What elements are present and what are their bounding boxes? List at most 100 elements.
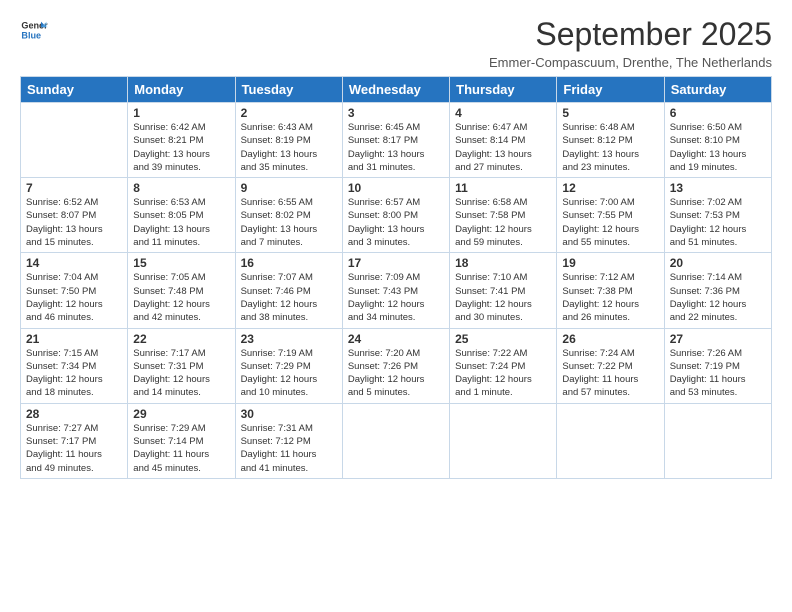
day-info: Sunrise: 6:58 AM Sunset: 7:58 PM Dayligh… bbox=[455, 196, 551, 249]
day-cell: 20Sunrise: 7:14 AM Sunset: 7:36 PM Dayli… bbox=[664, 253, 771, 328]
day-number: 12 bbox=[562, 181, 658, 195]
day-info: Sunrise: 6:50 AM Sunset: 8:10 PM Dayligh… bbox=[670, 121, 766, 174]
month-title: September 2025 bbox=[489, 16, 772, 53]
day-cell: 21Sunrise: 7:15 AM Sunset: 7:34 PM Dayli… bbox=[21, 328, 128, 403]
day-cell: 9Sunrise: 6:55 AM Sunset: 8:02 PM Daylig… bbox=[235, 178, 342, 253]
day-number: 25 bbox=[455, 332, 551, 346]
day-number: 5 bbox=[562, 106, 658, 120]
day-number: 19 bbox=[562, 256, 658, 270]
day-number: 30 bbox=[241, 407, 337, 421]
day-cell: 26Sunrise: 7:24 AM Sunset: 7:22 PM Dayli… bbox=[557, 328, 664, 403]
day-cell: 19Sunrise: 7:12 AM Sunset: 7:38 PM Dayli… bbox=[557, 253, 664, 328]
col-friday: Friday bbox=[557, 77, 664, 103]
page: General Blue September 2025 Emmer-Compas… bbox=[0, 0, 792, 491]
day-info: Sunrise: 7:31 AM Sunset: 7:12 PM Dayligh… bbox=[241, 422, 337, 475]
day-info: Sunrise: 7:19 AM Sunset: 7:29 PM Dayligh… bbox=[241, 347, 337, 400]
day-number: 24 bbox=[348, 332, 444, 346]
day-info: Sunrise: 6:47 AM Sunset: 8:14 PM Dayligh… bbox=[455, 121, 551, 174]
day-number: 21 bbox=[26, 332, 122, 346]
day-cell: 30Sunrise: 7:31 AM Sunset: 7:12 PM Dayli… bbox=[235, 403, 342, 478]
col-thursday: Thursday bbox=[450, 77, 557, 103]
title-block: September 2025 Emmer-Compascuum, Drenthe… bbox=[489, 16, 772, 70]
day-info: Sunrise: 7:09 AM Sunset: 7:43 PM Dayligh… bbox=[348, 271, 444, 324]
day-info: Sunrise: 7:05 AM Sunset: 7:48 PM Dayligh… bbox=[133, 271, 229, 324]
day-number: 7 bbox=[26, 181, 122, 195]
day-info: Sunrise: 6:42 AM Sunset: 8:21 PM Dayligh… bbox=[133, 121, 229, 174]
day-info: Sunrise: 6:48 AM Sunset: 8:12 PM Dayligh… bbox=[562, 121, 658, 174]
day-info: Sunrise: 7:15 AM Sunset: 7:34 PM Dayligh… bbox=[26, 347, 122, 400]
day-cell: 28Sunrise: 7:27 AM Sunset: 7:17 PM Dayli… bbox=[21, 403, 128, 478]
day-cell: 6Sunrise: 6:50 AM Sunset: 8:10 PM Daylig… bbox=[664, 103, 771, 178]
day-number: 28 bbox=[26, 407, 122, 421]
subtitle: Emmer-Compascuum, Drenthe, The Netherlan… bbox=[489, 55, 772, 70]
header: General Blue September 2025 Emmer-Compas… bbox=[20, 16, 772, 70]
day-number: 16 bbox=[241, 256, 337, 270]
day-info: Sunrise: 7:20 AM Sunset: 7:26 PM Dayligh… bbox=[348, 347, 444, 400]
day-cell: 29Sunrise: 7:29 AM Sunset: 7:14 PM Dayli… bbox=[128, 403, 235, 478]
day-cell: 5Sunrise: 6:48 AM Sunset: 8:12 PM Daylig… bbox=[557, 103, 664, 178]
day-info: Sunrise: 7:17 AM Sunset: 7:31 PM Dayligh… bbox=[133, 347, 229, 400]
day-cell: 10Sunrise: 6:57 AM Sunset: 8:00 PM Dayli… bbox=[342, 178, 449, 253]
day-cell bbox=[342, 403, 449, 478]
day-number: 14 bbox=[26, 256, 122, 270]
col-sunday: Sunday bbox=[21, 77, 128, 103]
day-number: 11 bbox=[455, 181, 551, 195]
day-info: Sunrise: 7:26 AM Sunset: 7:19 PM Dayligh… bbox=[670, 347, 766, 400]
day-number: 2 bbox=[241, 106, 337, 120]
calendar: Sunday Monday Tuesday Wednesday Thursday… bbox=[20, 76, 772, 479]
day-info: Sunrise: 7:02 AM Sunset: 7:53 PM Dayligh… bbox=[670, 196, 766, 249]
day-cell: 3Sunrise: 6:45 AM Sunset: 8:17 PM Daylig… bbox=[342, 103, 449, 178]
day-number: 8 bbox=[133, 181, 229, 195]
day-cell: 2Sunrise: 6:43 AM Sunset: 8:19 PM Daylig… bbox=[235, 103, 342, 178]
day-info: Sunrise: 7:29 AM Sunset: 7:14 PM Dayligh… bbox=[133, 422, 229, 475]
day-cell: 1Sunrise: 6:42 AM Sunset: 8:21 PM Daylig… bbox=[128, 103, 235, 178]
day-cell: 11Sunrise: 6:58 AM Sunset: 7:58 PM Dayli… bbox=[450, 178, 557, 253]
col-wednesday: Wednesday bbox=[342, 77, 449, 103]
day-cell: 15Sunrise: 7:05 AM Sunset: 7:48 PM Dayli… bbox=[128, 253, 235, 328]
col-saturday: Saturday bbox=[664, 77, 771, 103]
day-cell: 13Sunrise: 7:02 AM Sunset: 7:53 PM Dayli… bbox=[664, 178, 771, 253]
day-info: Sunrise: 7:27 AM Sunset: 7:17 PM Dayligh… bbox=[26, 422, 122, 475]
week-row-3: 14Sunrise: 7:04 AM Sunset: 7:50 PM Dayli… bbox=[21, 253, 772, 328]
header-row: Sunday Monday Tuesday Wednesday Thursday… bbox=[21, 77, 772, 103]
day-number: 22 bbox=[133, 332, 229, 346]
day-number: 9 bbox=[241, 181, 337, 195]
day-cell bbox=[21, 103, 128, 178]
day-info: Sunrise: 6:57 AM Sunset: 8:00 PM Dayligh… bbox=[348, 196, 444, 249]
day-info: Sunrise: 6:53 AM Sunset: 8:05 PM Dayligh… bbox=[133, 196, 229, 249]
day-number: 23 bbox=[241, 332, 337, 346]
day-cell bbox=[664, 403, 771, 478]
day-number: 15 bbox=[133, 256, 229, 270]
day-cell: 24Sunrise: 7:20 AM Sunset: 7:26 PM Dayli… bbox=[342, 328, 449, 403]
day-cell: 18Sunrise: 7:10 AM Sunset: 7:41 PM Dayli… bbox=[450, 253, 557, 328]
week-row-4: 21Sunrise: 7:15 AM Sunset: 7:34 PM Dayli… bbox=[21, 328, 772, 403]
day-info: Sunrise: 6:52 AM Sunset: 8:07 PM Dayligh… bbox=[26, 196, 122, 249]
day-cell: 14Sunrise: 7:04 AM Sunset: 7:50 PM Dayli… bbox=[21, 253, 128, 328]
day-cell: 16Sunrise: 7:07 AM Sunset: 7:46 PM Dayli… bbox=[235, 253, 342, 328]
day-number: 27 bbox=[670, 332, 766, 346]
day-info: Sunrise: 7:14 AM Sunset: 7:36 PM Dayligh… bbox=[670, 271, 766, 324]
day-info: Sunrise: 6:55 AM Sunset: 8:02 PM Dayligh… bbox=[241, 196, 337, 249]
day-cell: 25Sunrise: 7:22 AM Sunset: 7:24 PM Dayli… bbox=[450, 328, 557, 403]
day-number: 17 bbox=[348, 256, 444, 270]
day-number: 6 bbox=[670, 106, 766, 120]
day-cell: 8Sunrise: 6:53 AM Sunset: 8:05 PM Daylig… bbox=[128, 178, 235, 253]
day-cell: 12Sunrise: 7:00 AM Sunset: 7:55 PM Dayli… bbox=[557, 178, 664, 253]
day-number: 26 bbox=[562, 332, 658, 346]
week-row-1: 1Sunrise: 6:42 AM Sunset: 8:21 PM Daylig… bbox=[21, 103, 772, 178]
svg-text:Blue: Blue bbox=[21, 30, 41, 40]
day-cell: 23Sunrise: 7:19 AM Sunset: 7:29 PM Dayli… bbox=[235, 328, 342, 403]
day-cell: 7Sunrise: 6:52 AM Sunset: 8:07 PM Daylig… bbox=[21, 178, 128, 253]
day-number: 10 bbox=[348, 181, 444, 195]
day-info: Sunrise: 6:43 AM Sunset: 8:19 PM Dayligh… bbox=[241, 121, 337, 174]
day-info: Sunrise: 7:22 AM Sunset: 7:24 PM Dayligh… bbox=[455, 347, 551, 400]
day-number: 4 bbox=[455, 106, 551, 120]
day-info: Sunrise: 7:24 AM Sunset: 7:22 PM Dayligh… bbox=[562, 347, 658, 400]
day-info: Sunrise: 7:07 AM Sunset: 7:46 PM Dayligh… bbox=[241, 271, 337, 324]
week-row-2: 7Sunrise: 6:52 AM Sunset: 8:07 PM Daylig… bbox=[21, 178, 772, 253]
logo-icon: General Blue bbox=[20, 16, 48, 44]
week-row-5: 28Sunrise: 7:27 AM Sunset: 7:17 PM Dayli… bbox=[21, 403, 772, 478]
day-cell: 27Sunrise: 7:26 AM Sunset: 7:19 PM Dayli… bbox=[664, 328, 771, 403]
col-tuesday: Tuesday bbox=[235, 77, 342, 103]
day-number: 29 bbox=[133, 407, 229, 421]
